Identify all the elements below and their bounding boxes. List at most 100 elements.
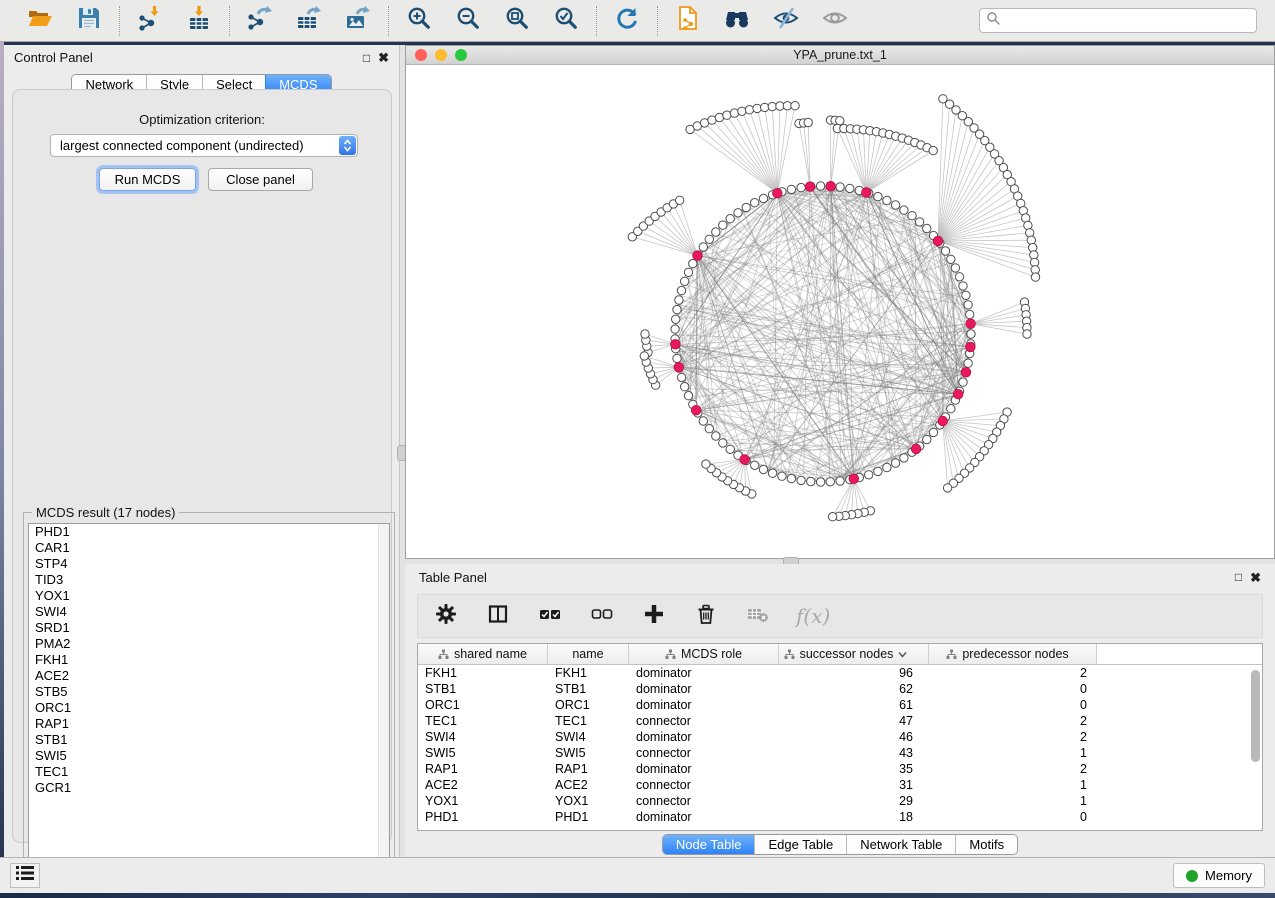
table-cell: connector	[629, 746, 779, 760]
network-view-window: YPA_prune.txt_1	[405, 45, 1275, 559]
mcds-result-item[interactable]: ACE2	[29, 668, 389, 684]
close-panel-icon[interactable]: ✖	[378, 51, 389, 64]
column-header-successor-nodes[interactable]: successor nodes	[779, 644, 929, 664]
zoom-in-button[interactable]	[405, 7, 433, 35]
refresh-button[interactable]	[613, 7, 641, 35]
float-window-icon[interactable]: □	[363, 52, 370, 64]
add-column-button[interactable]	[640, 602, 668, 630]
table-cell: RAP1	[418, 762, 548, 776]
table-row[interactable]: ORC1ORC1dominator610	[418, 697, 1262, 713]
mcds-result-item[interactable]: CAR1	[29, 540, 389, 556]
close-panel-icon[interactable]: ✖	[1250, 571, 1261, 584]
column-header-predecessor-nodes[interactable]: predecessor nodes	[929, 644, 1097, 664]
run-mcds-button[interactable]: Run MCDS	[99, 168, 196, 191]
close-panel-button[interactable]: Close panel	[208, 168, 313, 191]
table-cell: 31	[779, 778, 929, 792]
mcds-result-item[interactable]: SWI4	[29, 604, 389, 620]
table-scrollbar-thumb[interactable]	[1251, 670, 1260, 762]
table-cell: ORC1	[418, 698, 548, 712]
table-row[interactable]: PHD1PHD1dominator180	[418, 809, 1262, 825]
mcds-result-item[interactable]: GCR1	[29, 780, 389, 796]
criterion-selected-value: largest connected component (undirected)	[60, 138, 339, 153]
tab-edge-table[interactable]: Edge Table	[754, 835, 846, 854]
mcds-result-group: MCDS result (17 nodes) PHD1CAR1STP4TID3Y…	[23, 512, 395, 883]
table-row[interactable]: TEC1TEC1connector472	[418, 713, 1262, 729]
tab-network-table[interactable]: Network Table	[846, 835, 955, 854]
column-header-name[interactable]: name	[548, 644, 629, 664]
mcds-result-title: MCDS result (17 nodes)	[32, 505, 179, 520]
table-cell: YOX1	[418, 794, 548, 808]
network-from-selection-button[interactable]	[674, 7, 702, 35]
table-row[interactable]: SWI4SWI4dominator462	[418, 729, 1262, 745]
mcds-result-list[interactable]: PHD1CAR1STP4TID3YOX1SWI4SRD1PMA2FKH1ACE2…	[28, 523, 390, 878]
float-window-icon[interactable]: □	[1235, 571, 1242, 584]
deselect-all-button[interactable]	[588, 602, 616, 630]
search-binoculars-button[interactable]	[723, 7, 751, 35]
save-session-button[interactable]	[75, 7, 103, 35]
mcds-result-item[interactable]: YOX1	[29, 588, 389, 604]
export-network-button[interactable]	[246, 7, 274, 35]
tab-node-table[interactable]: Node Table	[663, 835, 755, 854]
mcds-result-item[interactable]: STP4	[29, 556, 389, 572]
zoom-out-button[interactable]	[454, 7, 482, 35]
table-row[interactable]: ACE2ACE2connector311	[418, 777, 1262, 793]
mcds-result-item[interactable]: STB1	[29, 732, 389, 748]
table-row[interactable]: YOX1YOX1connector291	[418, 793, 1262, 809]
column-header-MCDS-role[interactable]: MCDS role	[629, 644, 779, 664]
delete-column-button[interactable]	[692, 602, 720, 630]
status-bar: Memory	[0, 857, 1275, 893]
mcds-result-item[interactable]: FKH1	[29, 652, 389, 668]
table-cell: 35	[779, 762, 929, 776]
table-cell: 2	[929, 714, 1097, 728]
table-cell: FKH1	[418, 666, 548, 680]
table-row[interactable]: FKH1FKH1dominator962	[418, 665, 1262, 681]
function-builder-button[interactable]: f(x)	[796, 604, 830, 628]
mcds-result-item[interactable]: STB5	[29, 684, 389, 700]
network-search-field[interactable]	[979, 8, 1257, 33]
table-row[interactable]: STB1STB1dominator620	[418, 681, 1262, 697]
search-input[interactable]	[1005, 11, 1256, 31]
table-row[interactable]: RAP1RAP1dominator352	[418, 761, 1262, 777]
network-canvas[interactable]	[406, 65, 1274, 558]
open-file-button[interactable]	[26, 7, 54, 35]
mcds-result-item[interactable]: SWI5	[29, 748, 389, 764]
export-image-button[interactable]	[344, 7, 372, 35]
table-cell: SWI5	[418, 746, 548, 760]
table-cell: ACE2	[548, 778, 629, 792]
select-all-button[interactable]	[536, 602, 564, 630]
mcds-result-item[interactable]: RAP1	[29, 716, 389, 732]
show-panels-button[interactable]	[821, 7, 849, 35]
table-cell: 18	[779, 810, 929, 824]
clear-table-button[interactable]	[744, 602, 772, 630]
table-cell: dominator	[629, 666, 779, 680]
task-history-button[interactable]	[10, 863, 40, 888]
mcds-result-item[interactable]: TEC1	[29, 764, 389, 780]
mcds-result-item[interactable]: SRD1	[29, 620, 389, 636]
mcds-result-item[interactable]: PMA2	[29, 636, 389, 652]
zoom-selected-button[interactable]	[552, 7, 580, 35]
mcds-list-scrollbar[interactable]	[378, 524, 389, 877]
import-table-button[interactable]	[185, 7, 213, 35]
hide-panels-button[interactable]	[772, 7, 800, 35]
zoom-fit-button[interactable]	[503, 7, 531, 35]
criterion-dropdown[interactable]: largest connected component (undirected)	[50, 134, 358, 157]
table-cell: 47	[779, 714, 929, 728]
refresh-icon	[614, 5, 640, 36]
table-cell: 1	[929, 794, 1097, 808]
import-network-button[interactable]	[136, 7, 164, 35]
export-table-button[interactable]	[295, 7, 323, 35]
table-cell: 1	[929, 746, 1097, 760]
table-settings-button[interactable]	[432, 602, 460, 630]
column-layout-button[interactable]	[484, 602, 512, 630]
tab-motifs[interactable]: Motifs	[955, 835, 1017, 854]
table-scrollbar[interactable]	[1250, 668, 1261, 828]
table-panel-tabs: Node Table Edge Table Network Table Moti…	[405, 834, 1275, 855]
column-header-shared-name[interactable]: shared name	[418, 644, 548, 664]
mcds-result-item[interactable]: PHD1	[29, 524, 389, 540]
table-toolbar: f(x)	[417, 594, 1263, 638]
table-cell: 0	[929, 698, 1097, 712]
table-row[interactable]: SWI5SWI5connector431	[418, 745, 1262, 761]
memory-button[interactable]: Memory	[1173, 863, 1265, 888]
mcds-result-item[interactable]: TID3	[29, 572, 389, 588]
mcds-result-item[interactable]: ORC1	[29, 700, 389, 716]
